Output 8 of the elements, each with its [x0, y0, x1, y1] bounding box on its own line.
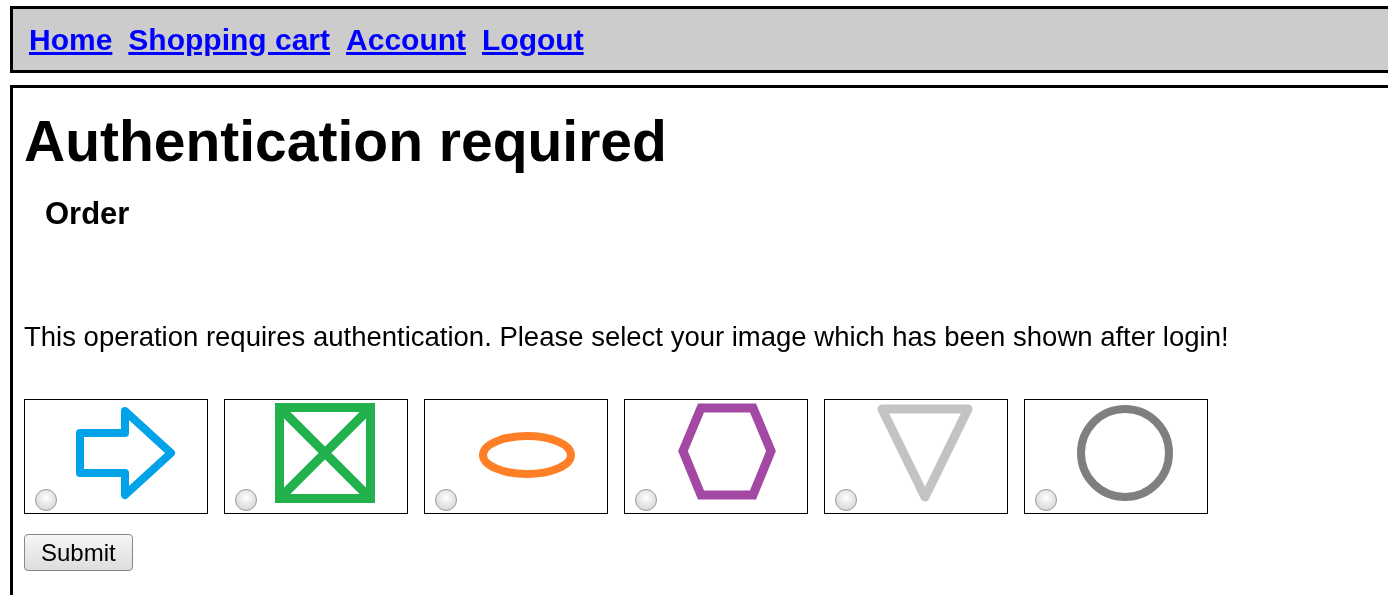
nav-link[interactable]: Home [29, 17, 113, 62]
nav-link[interactable]: Shopping cart [128, 17, 331, 62]
page-heading: Authentication required [24, 110, 668, 173]
submit-button[interactable]: Submit [24, 534, 133, 572]
nav-link[interactable]: Logout [482, 17, 584, 62]
section-heading: Order [45, 194, 131, 232]
instruction-text: This operation requires authentication. Please select your image which has been shown after login! [24, 319, 1230, 354]
nav-link[interactable]: Account [346, 17, 467, 62]
